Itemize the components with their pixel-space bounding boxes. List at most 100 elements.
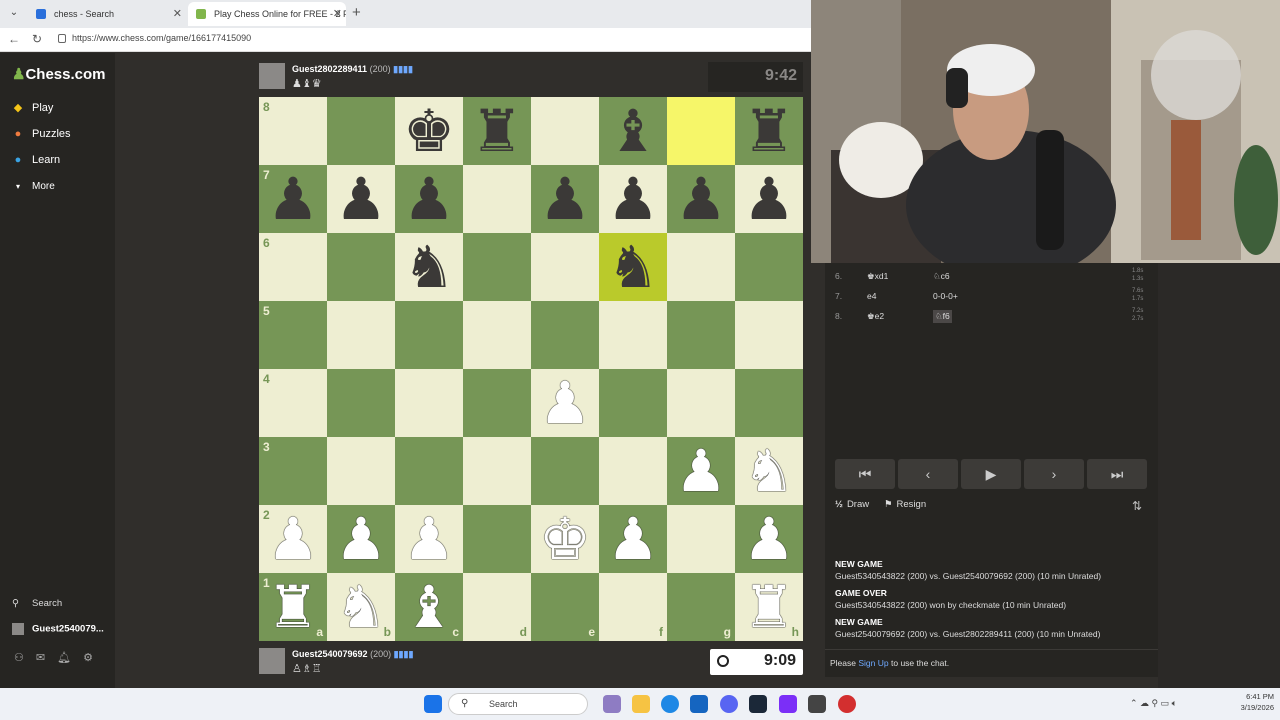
square-g5[interactable] [667,301,735,369]
square-e8[interactable] [531,97,599,165]
black-pawn-icon[interactable]: ♟ [259,165,327,233]
black-pawn-icon[interactable]: ♟ [531,165,599,233]
sidebar-search[interactable]: ⚲ Search [12,598,62,609]
square-c6[interactable]: ♞ [395,233,463,301]
square-f4[interactable] [599,369,667,437]
white-pawn-icon[interactable]: ♟ [327,505,395,573]
close-tab-icon[interactable]: ✕ [173,2,182,26]
square-d4[interactable] [463,369,531,437]
square-c1[interactable]: c ♝ [395,573,463,641]
black-move[interactable]: ♘c6 [933,271,950,282]
move-row[interactable]: 8. ♚e2 ♘f6 7.2s 2.7s [825,306,1158,326]
mail-icon[interactable]: ✉ [36,652,57,664]
white-pawn-icon[interactable]: ♟ [667,437,735,505]
square-h2[interactable]: ♟ [735,505,803,573]
player-name[interactable]: Guest2802289411 (200) ▮▮▮▮ [292,64,413,75]
black-knight-icon[interactable]: ♞ [395,233,463,301]
square-f3[interactable] [599,437,667,505]
black-rook-icon[interactable]: ♜ [463,97,531,165]
new-tab-button[interactable]: + [352,4,361,21]
black-bishop-icon[interactable]: ♝ [599,97,667,165]
tab-list-chevron-icon[interactable]: ⌄ [6,5,22,21]
black-pawn-icon[interactable]: ♟ [735,165,803,233]
square-g2[interactable] [667,505,735,573]
white-move[interactable]: ♚e2 [867,311,884,322]
next-move-button[interactable]: › [1024,459,1084,489]
square-h7[interactable]: ♟ [735,165,803,233]
black-move[interactable]: 0-0-0+ [933,291,958,301]
sidebar-item-more[interactable]: ▾ More [12,181,55,192]
black-move-current[interactable]: ♘f6 [933,310,952,323]
close-tab-icon[interactable]: ✕ [333,2,342,26]
windows-start-icon[interactable] [424,695,442,713]
copilot-icon[interactable] [603,695,621,713]
square-b4[interactable] [327,369,395,437]
square-c8[interactable]: ♚ [395,97,463,165]
system-tray[interactable]: ⌃ ☁ ⚲ ▭ 🔈︎ [1130,698,1177,709]
square-a6[interactable]: 6 [259,233,327,301]
taskbar-search[interactable]: ⚲ Search [448,693,588,715]
square-d6[interactable] [463,233,531,301]
sign-up-link[interactable]: Sign Up [858,658,888,668]
move-row[interactable]: 7. e4 0-0-0+ 7.6s 1.7s [825,286,1158,306]
square-f2[interactable]: ♟ [599,505,667,573]
white-pawn-icon[interactable]: ♟ [531,369,599,437]
app-icon[interactable] [779,695,797,713]
square-b5[interactable] [327,301,395,369]
square-a5[interactable]: 5 [259,301,327,369]
square-g7[interactable]: ♟ [667,165,735,233]
player-name[interactable]: Guest2540079692 (200) ▮▮▮▮ [292,649,413,660]
square-f7[interactable]: ♟ [599,165,667,233]
white-rook-icon[interactable]: ♜ [735,573,803,641]
square-a3[interactable]: 3 [259,437,327,505]
last-move-button[interactable]: ⏭ [1087,459,1147,489]
white-knight-icon[interactable]: ♞ [735,437,803,505]
chess-board[interactable]: 8 ♚ ♜ ♝ ♜ 7 ♟ ♟ ♟ ♟ ♟ ♟ ♟ 6 ♞ ♞ 5 4 ♟ 3 ♟ ♞ 2 ♟ ♟ ♟ ♚ ♟ ♟ 1 a ♜ b ♞ c ♝ d e f g… [259,97,803,641]
back-arrow-icon[interactable]: ← [8,32,20,46]
file-explorer-icon[interactable] [632,695,650,713]
square-e4[interactable]: ♟ [531,369,599,437]
square-c2[interactable]: ♟ [395,505,463,573]
black-rook-icon[interactable]: ♜ [735,97,803,165]
square-b6[interactable] [327,233,395,301]
resign-button[interactable]: ⚑ Resign [884,499,926,510]
bell-icon[interactable]: 🔔︎ [57,652,83,664]
reload-icon[interactable]: ↻ [32,32,42,46]
square-a8[interactable]: 8 [259,97,327,165]
square-g1[interactable]: g [667,573,735,641]
sidebar-item-learn[interactable]: ● Learn [12,154,60,166]
draw-button[interactable]: ½ Draw [835,499,869,510]
square-d8[interactable]: ♜ [463,97,531,165]
square-a4[interactable]: 4 [259,369,327,437]
square-g3[interactable]: ♟ [667,437,735,505]
black-pawn-icon[interactable]: ♟ [667,165,735,233]
chat-input[interactable]: Please Sign Up to use the chat. [825,649,1158,677]
url-field[interactable]: https://www.chess.com/game/166177415090 [72,33,251,43]
flip-board-icon[interactable]: ⇅ [1132,499,1142,513]
square-e6[interactable] [531,233,599,301]
white-pawn-icon[interactable]: ♟ [735,505,803,573]
white-pawn-icon[interactable]: ♟ [259,505,327,573]
move-row[interactable]: 6. ♚xd1 ♘c6 1.8s 1.3s [825,266,1158,286]
white-pawn-icon[interactable]: ♟ [395,505,463,573]
square-h1[interactable]: h ♜ [735,573,803,641]
square-e5[interactable] [531,301,599,369]
white-pawn-icon[interactable]: ♟ [599,505,667,573]
square-f6[interactable]: ♞ [599,233,667,301]
square-b7[interactable]: ♟ [327,165,395,233]
black-pawn-icon[interactable]: ♟ [327,165,395,233]
white-move[interactable]: ♚xd1 [867,271,888,282]
square-b2[interactable]: ♟ [327,505,395,573]
tab-chess[interactable]: Play Chess Online for FREE - 2 Pla ✕ [188,2,346,26]
square-c3[interactable] [395,437,463,505]
sidebar-item-puzzles[interactable]: ● Puzzles [12,128,71,140]
square-d3[interactable] [463,437,531,505]
black-king-icon[interactable]: ♚ [395,97,463,165]
white-knight-icon[interactable]: ♞ [327,573,395,641]
chrome-icon[interactable] [838,695,856,713]
square-h4[interactable] [735,369,803,437]
square-a1[interactable]: 1 a ♜ [259,573,327,641]
square-h5[interactable] [735,301,803,369]
square-c7[interactable]: ♟ [395,165,463,233]
square-g8[interactable] [667,97,735,165]
